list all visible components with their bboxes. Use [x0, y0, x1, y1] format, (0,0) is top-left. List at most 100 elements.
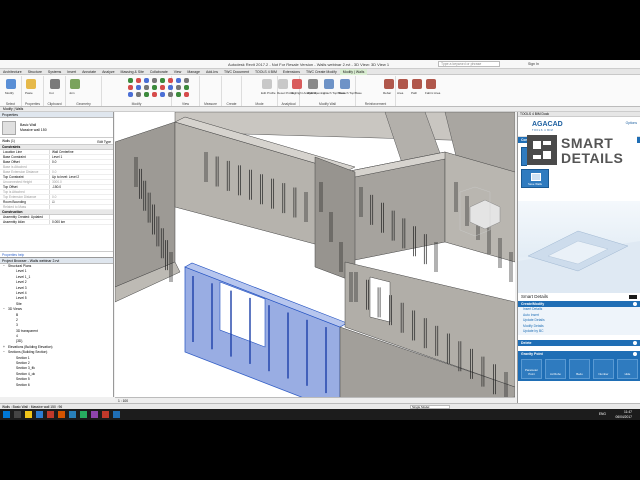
modify-tool-icon[interactable] — [184, 78, 189, 83]
modify-tool-icon[interactable] — [184, 92, 189, 97]
type-selector[interactable]: Basic Wall Massive wall 150 — [0, 118, 113, 138]
gravity-tool-button[interactable]: Number — [593, 358, 614, 379]
ribbon-button-icon[interactable] — [292, 79, 302, 89]
collapse-toggle-icon[interactable] — [633, 340, 637, 345]
ribbon-button-label[interactable]: Fabric Area — [425, 91, 440, 95]
gravity-tool-button[interactable]: Ad Robo — [545, 358, 566, 379]
modify-tool-icon[interactable] — [136, 92, 141, 97]
edit-type-button[interactable]: Edit Type — [97, 139, 111, 146]
property-value[interactable] — [50, 205, 52, 209]
property-value[interactable]: Up to level: Level 2 — [50, 175, 79, 179]
modify-tool-icon[interactable] — [160, 78, 165, 83]
ribbon-button-label[interactable]: Path — [411, 91, 417, 95]
language-indicator[interactable]: ENG — [599, 412, 606, 416]
modify-tool-icon[interactable] — [144, 85, 149, 90]
ribbon-button-icon[interactable] — [308, 79, 318, 89]
revit-icon[interactable] — [102, 411, 109, 418]
ribbon-button-label[interactable]: Detach Top/Base — [339, 91, 362, 95]
ribbon-button-label[interactable]: Paste — [25, 91, 33, 95]
ribbon-button-label[interactable]: Modify — [5, 91, 14, 95]
delete-header[interactable]: Delete — [518, 339, 640, 346]
app-icon[interactable] — [69, 411, 76, 418]
ribbon-button-icon[interactable] — [340, 79, 350, 89]
property-value[interactable]: 0.0 — [50, 195, 56, 199]
browser-icon[interactable] — [36, 411, 43, 418]
property-row[interactable]: Assembly Id/an 0.000 km — [0, 220, 113, 225]
modify-tool-icon[interactable] — [128, 78, 133, 83]
app-icon[interactable] — [80, 411, 87, 418]
modify-tool-icon[interactable] — [168, 78, 173, 83]
project-browser: Project Browser - Walls webinar 2.rvt − S… — [0, 257, 114, 397]
modify-tool-icon[interactable] — [160, 85, 165, 90]
app-icon[interactable] — [113, 411, 120, 418]
modify-tool-icon[interactable] — [160, 92, 165, 97]
ribbon-button-icon[interactable] — [50, 79, 60, 89]
ribbon-button-icon[interactable] — [6, 79, 16, 89]
collapse-toggle-icon[interactable] — [633, 302, 637, 306]
modify-tool-icon[interactable] — [176, 85, 181, 90]
modify-tool-icon[interactable] — [144, 78, 149, 83]
ribbon-button-icon[interactable] — [324, 79, 334, 89]
modify-tool-icon[interactable] — [128, 92, 133, 97]
ribbon-button-icon[interactable] — [384, 79, 394, 89]
property-value[interactable] — [50, 165, 52, 169]
ribbon-button-icon[interactable] — [262, 79, 272, 89]
panel-tool-button[interactable]: Save Walls — [521, 169, 549, 188]
modify-tool-icon[interactable] — [152, 78, 157, 83]
gravity-tool-button[interactable]: Hide — [617, 358, 638, 379]
property-value[interactable] — [50, 190, 52, 194]
modify-tool-icon[interactable] — [176, 92, 181, 97]
ribbon-button-icon[interactable] — [26, 79, 36, 89]
app-icon[interactable] — [91, 411, 98, 418]
ribbon-button-label[interactable]: Edit Profile — [261, 91, 276, 95]
gravity-tool-button[interactable]: Parameter Point — [521, 358, 542, 379]
modify-tool-icon[interactable] — [168, 85, 173, 90]
browser-item-label: Level 4 — [16, 290, 27, 295]
clock[interactable]: 11:47 06/04/2017 — [615, 410, 632, 419]
start-icon[interactable] — [3, 411, 10, 418]
modify-tool-icon[interactable] — [176, 78, 181, 83]
modify-tool-icon[interactable] — [136, 85, 141, 90]
instance-filter[interactable]: Walls (1) Edit Type — [0, 138, 113, 145]
ribbon-button-icon[interactable] — [398, 79, 408, 89]
property-value[interactable]: 3000.0 — [50, 180, 62, 184]
ribbon-button-icon[interactable] — [70, 79, 80, 89]
search-input[interactable]: Type a keyword or phrase — [438, 61, 500, 67]
ribbon-button-icon[interactable] — [426, 79, 436, 89]
modify-tool-icon[interactable] — [144, 92, 149, 97]
modify-tool-icon[interactable] — [128, 85, 133, 90]
property-value[interactable]: 0.000 km — [50, 220, 65, 224]
property-value[interactable] — [50, 215, 52, 219]
modify-tool-icon[interactable] — [168, 92, 173, 97]
property-value[interactable]: -150.0 — [50, 185, 61, 189]
create-modify-header[interactable]: Create/Modify — [518, 301, 640, 307]
app-icon[interactable] — [47, 411, 54, 418]
help-icon[interactable] — [629, 295, 637, 299]
browser-item[interactable]: Section 6 — [0, 383, 113, 388]
property-value[interactable]: 0.0 — [50, 170, 56, 174]
ribbon-button-icon[interactable] — [412, 79, 422, 89]
sign-in-link[interactable]: Sign In — [528, 62, 539, 66]
folder-icon[interactable] — [25, 411, 32, 418]
property-value[interactable]: 0.0 — [50, 160, 56, 164]
modify-tool-icon[interactable] — [152, 92, 157, 97]
model-view[interactable] — [115, 112, 515, 397]
search-icon[interactable] — [14, 411, 21, 418]
ribbon-button-label[interactable]: Area — [397, 91, 403, 95]
ribbon-button-icon[interactable] — [278, 79, 288, 89]
gravity-tool-button[interactable]: Bedo — [569, 358, 590, 379]
property-value[interactable]: Level 1 — [50, 155, 62, 159]
modify-tool-icon[interactable] — [136, 78, 141, 83]
ribbon-button-label[interactable]: Cut — [49, 91, 54, 95]
app-icon[interactable] — [58, 411, 65, 418]
ribbon-button-label[interactable]: Rebar — [383, 91, 391, 95]
ribbon-button-label[interactable]: Join — [69, 91, 75, 95]
options-link[interactable]: Options — [626, 121, 637, 125]
gravity-tool-label: Hide — [624, 371, 631, 376]
collapse-toggle-icon[interactable] — [633, 351, 637, 356]
modify-tool-icon[interactable] — [152, 85, 157, 90]
property-value[interactable]: Wall Centerline — [50, 150, 74, 154]
property-value[interactable]: ☑ — [50, 200, 55, 204]
3d-viewport[interactable] — [115, 112, 515, 397]
modify-tool-icon[interactable] — [184, 85, 189, 90]
